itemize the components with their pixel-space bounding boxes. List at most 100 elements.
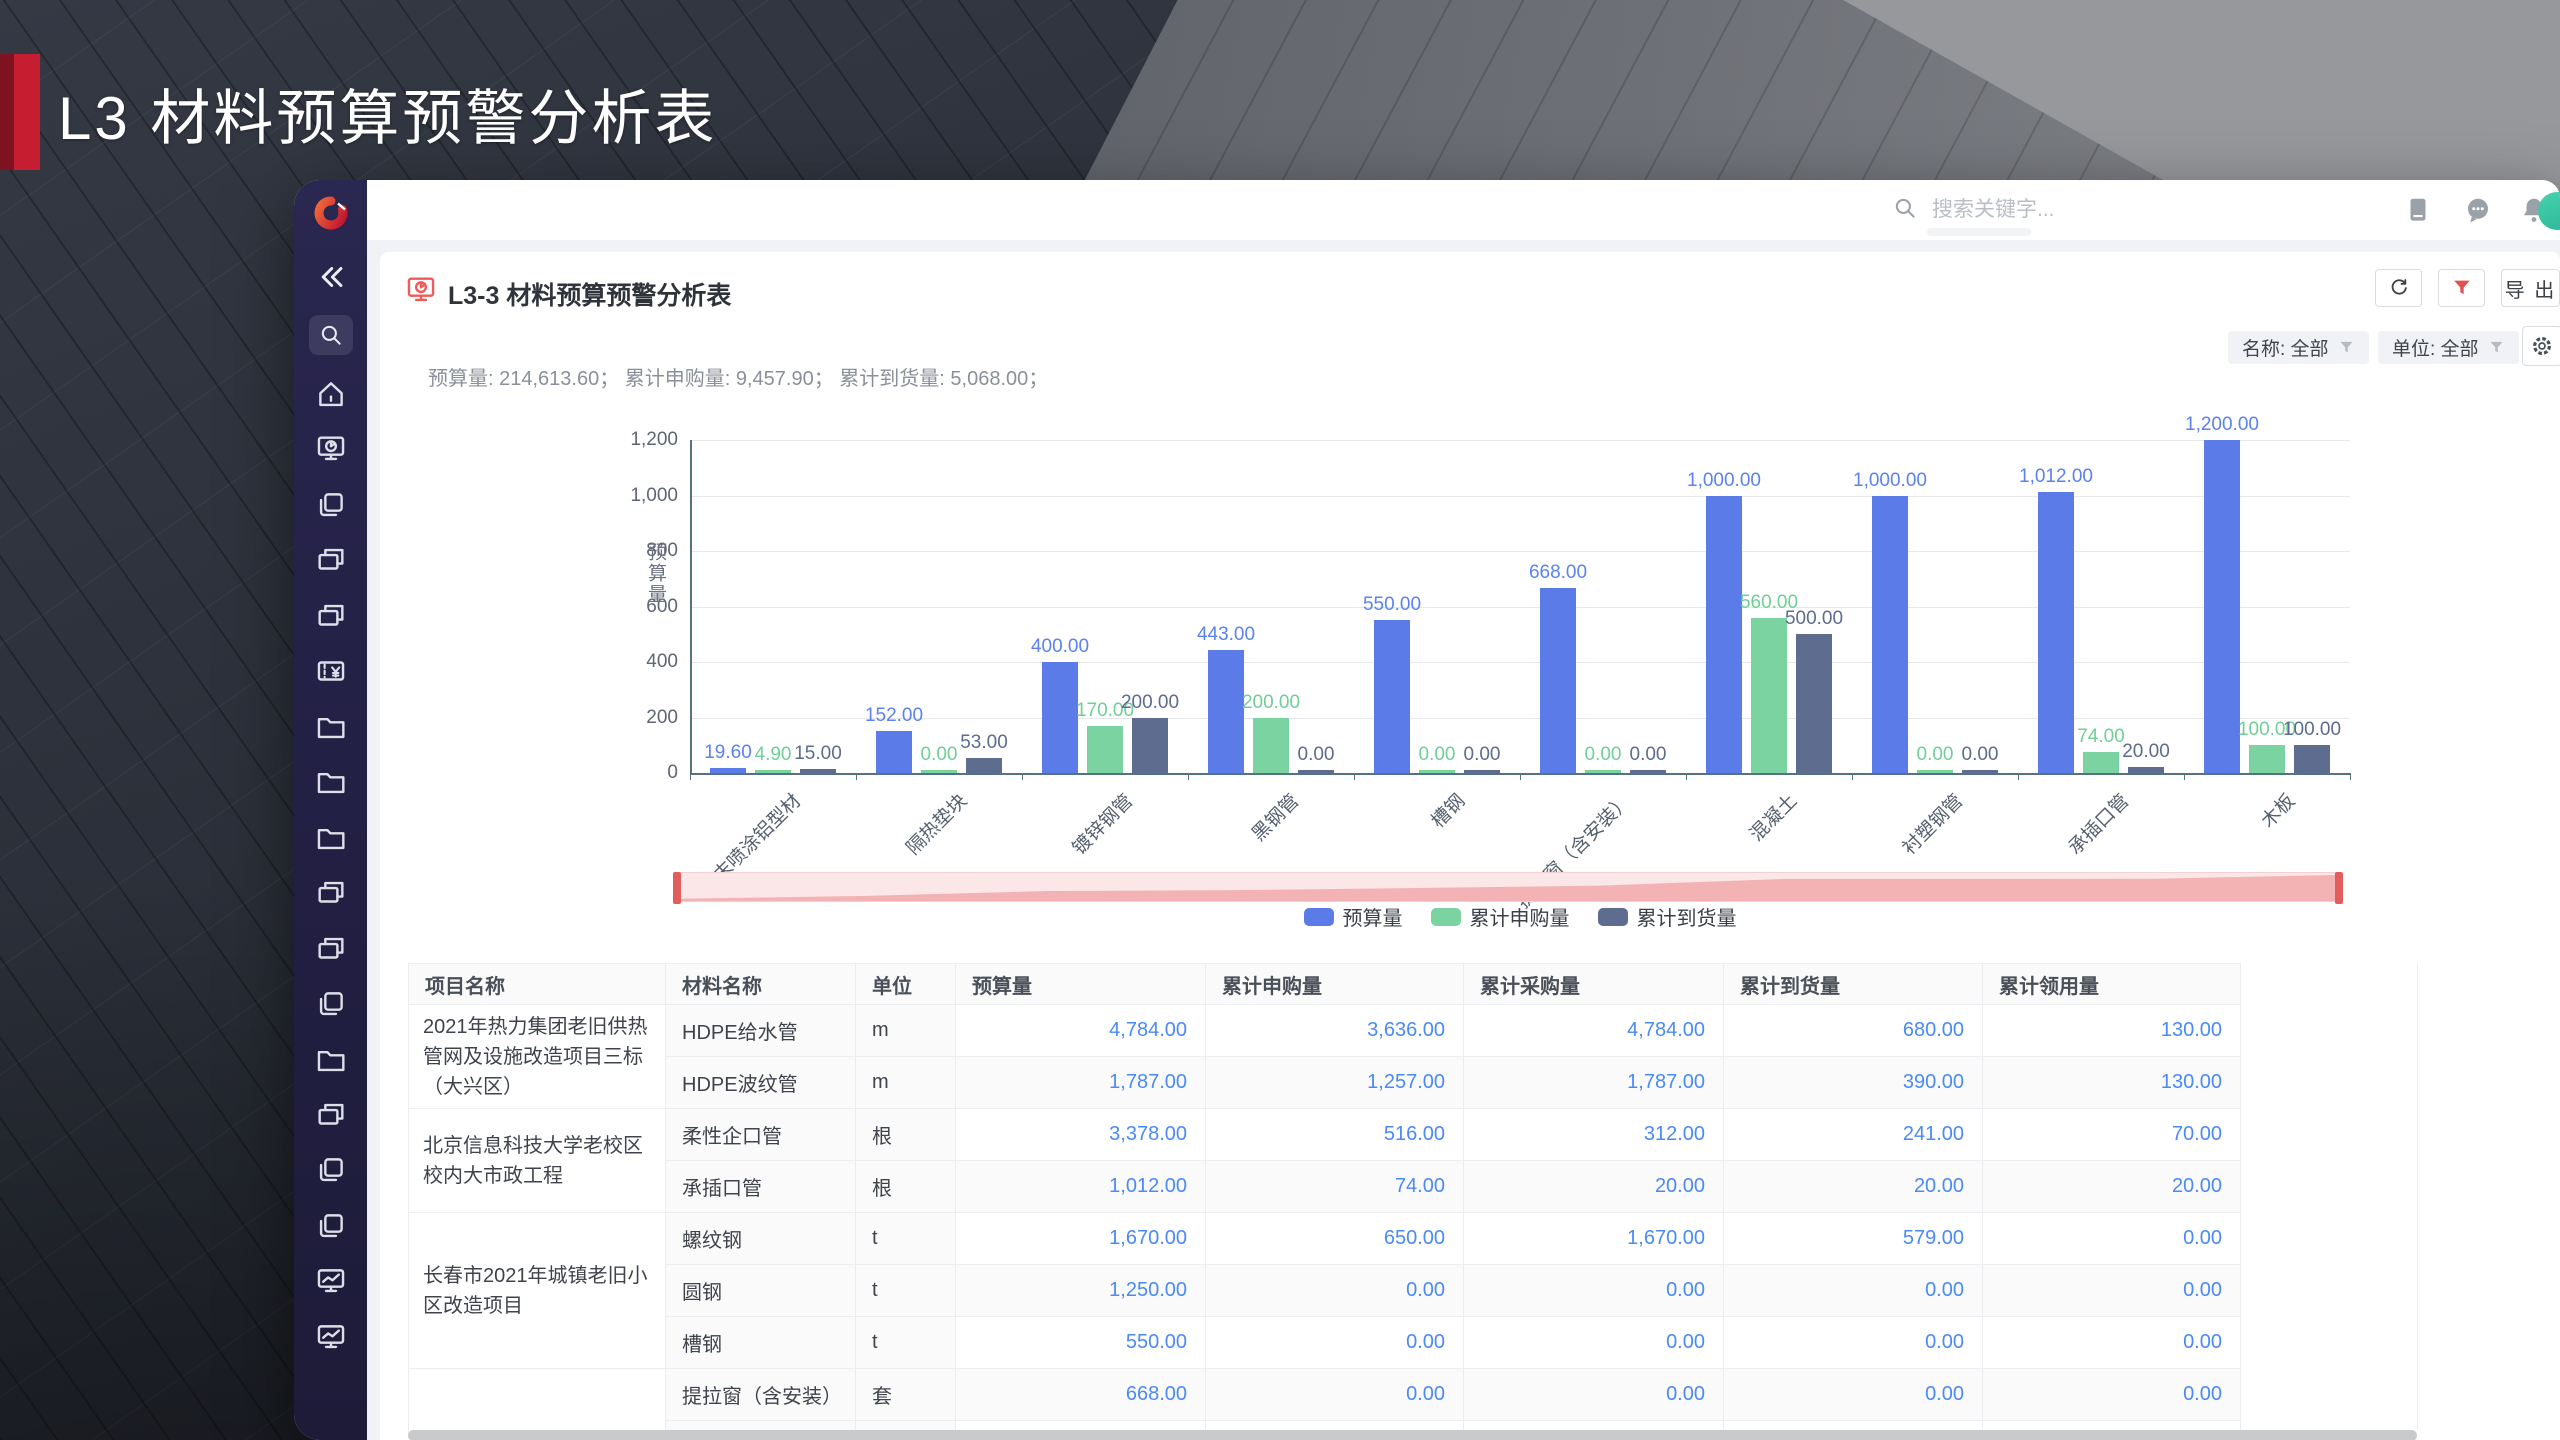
- sidebar-monitor-chart-icon[interactable]: [314, 1320, 348, 1354]
- x-axis-tick: [856, 773, 857, 780]
- sidebar-ticket-yen-icon[interactable]: [314, 654, 348, 688]
- legend-item-累计申购量[interactable]: 累计申购量: [1430, 902, 1570, 931]
- legend-swatch: [1597, 907, 1628, 926]
- sidebar-copy-squares-icon[interactable]: [314, 1209, 348, 1243]
- bar-预算量[interactable]: [710, 767, 746, 773]
- project-cell: 北京信息科技大学老校区校内大市政工程: [408, 1108, 666, 1213]
- bar-value-label: 100.00: [2282, 719, 2342, 741]
- value-cell: 4,784.00: [1463, 1004, 1724, 1057]
- bar-累计到货量[interactable]: [966, 758, 1002, 773]
- datazoom-left-handle[interactable]: [673, 872, 681, 904]
- bar-累计到货量[interactable]: [1630, 770, 1666, 773]
- sidebar-folder-icon[interactable]: [314, 765, 348, 799]
- x-axis-category-label: 混凝土: [1746, 790, 1802, 846]
- legend-label: 累计申购量: [1469, 908, 1570, 930]
- y-axis-name: 预算量: [645, 542, 666, 605]
- table-header-cell: 累计采购量: [1463, 963, 1724, 1005]
- table-row: 提拉窗（含安装）套 668.00 0.00 0.00 0.00 0.00: [408, 1368, 2241, 1433]
- unit-cell: t: [855, 1316, 956, 1369]
- legend-item-累计到货量[interactable]: 累计到货量: [1597, 902, 1737, 931]
- y-axis-line: [690, 440, 692, 773]
- value-cell: 312.00: [1463, 1108, 1724, 1161]
- page-title: L3 材料预算预警分析表: [58, 85, 718, 152]
- value-cell: 0.00: [1723, 1368, 1983, 1421]
- sidebar-folder-icon[interactable]: [314, 710, 348, 744]
- app-window: 搜索关键字... L3-3 材料预算预警分析表 导 出 名称: 全部 单位: 全…: [294, 180, 2560, 1440]
- sidebar-window-stack-icon[interactable]: [314, 932, 348, 966]
- bar-累计申购量[interactable]: [1419, 770, 1455, 773]
- bar-累计到货量[interactable]: [1132, 717, 1168, 773]
- screen: L3 材料预算预警分析表 搜索关键字... L3-3 材料预算预警分析表 导 出…: [0, 0, 2560, 1440]
- bar-预算量[interactable]: [1872, 495, 1908, 773]
- value-cell: 516.00: [1205, 1108, 1464, 1161]
- bar-value-label: 152.00: [864, 704, 924, 726]
- sidebar-monitor-pie-icon[interactable]: [314, 432, 348, 466]
- project-cell: 2021年热力集团老旧供热管网及设施改造项目三标（大兴区）: [408, 1004, 666, 1109]
- material-cell: 提拉窗（含安装）: [665, 1368, 856, 1421]
- x-axis-category-label: 黑钢管: [1248, 790, 1304, 846]
- x-axis-category-label: 衬塑钢管: [1898, 790, 1968, 860]
- bar-累计到货量[interactable]: [800, 768, 836, 773]
- bar-累计申购量[interactable]: [2249, 745, 2285, 773]
- sidebar-folder-icon[interactable]: [314, 821, 348, 855]
- bar-value-label: 53.00: [960, 732, 1008, 754]
- legend-item-预算量[interactable]: 预算量: [1303, 902, 1403, 931]
- value-cell: 1,670.00: [955, 1212, 1206, 1265]
- sidebar-collapse-button[interactable]: [314, 260, 348, 294]
- bar-累计申购量[interactable]: [755, 770, 791, 773]
- chat-icon[interactable]: [2463, 195, 2493, 225]
- bar-累计申购量[interactable]: [921, 770, 957, 773]
- table-row: 长春市2021年城镇老旧小区改造项目 螺纹钢 t 1,670.00 650.00 1,67…: [408, 1212, 2241, 1369]
- x-axis-tick: [1852, 773, 1853, 780]
- sidebar-copy-squares-icon[interactable]: [314, 987, 348, 1021]
- journal-icon[interactable]: [2403, 195, 2433, 225]
- bar-累计申购量[interactable]: [1917, 770, 1953, 773]
- report-card: L3-3 材料预算预警分析表 导 出 名称: 全部 单位: 全部 预算量: 21…: [380, 252, 2560, 1440]
- horizontal-scrollbar[interactable]: [408, 1430, 2417, 1440]
- sidebar-window-stack-icon[interactable]: [314, 543, 348, 577]
- bar-value-label: 668.00: [1528, 561, 1588, 583]
- bar-value-label: 0.00: [1629, 744, 1667, 765]
- global-search[interactable]: 搜索关键字...: [1892, 193, 2055, 223]
- bar-累计到货量[interactable]: [2128, 767, 2164, 773]
- y-axis-tick-label: 1,200: [630, 429, 678, 450]
- sidebar-home-icon[interactable]: [314, 377, 348, 411]
- legend-swatch: [1303, 907, 1334, 926]
- value-cell: 680.00: [1723, 1004, 1983, 1057]
- value-cell: 0.00: [1982, 1212, 2241, 1265]
- sidebar-monitor-chart-icon[interactable]: [314, 1264, 348, 1298]
- bar-累计到货量[interactable]: [1796, 634, 1832, 773]
- bar-value-label: 443.00: [1196, 624, 1256, 646]
- sidebar-copy-squares-icon[interactable]: [314, 488, 348, 522]
- bar-value-label: 0.00: [1463, 744, 1501, 765]
- table-row: 槽钢 t 550.00 0.00 0.00 0.00 0.00: [409, 1316, 2241, 1369]
- bar-累计到货量[interactable]: [1464, 770, 1500, 773]
- x-axis-category-label: 镀锌钢管: [1068, 790, 1138, 860]
- bar-累计申购量[interactable]: [1585, 770, 1621, 773]
- unit-cell: 套: [855, 1368, 956, 1421]
- sidebar-window-stack-icon[interactable]: [314, 1098, 348, 1132]
- sidebar-window-stack-icon[interactable]: [314, 876, 348, 910]
- table-row: HDPE波纹管 m 1,787.00 1,257.00 1,787.00 390.00 13…: [409, 1056, 2241, 1109]
- x-axis-category-label: 隔热垫块: [902, 790, 972, 860]
- value-cell: 1,670.00: [1463, 1212, 1724, 1265]
- table-header-cell: 单位: [855, 963, 956, 1005]
- bar-累计到货量[interactable]: [2294, 745, 2330, 773]
- x-axis-tick: [2018, 773, 2019, 780]
- sidebar-search-button[interactable]: [309, 315, 353, 355]
- table-header-cell: 累计申购量: [1205, 963, 1464, 1005]
- sidebar-folder-icon[interactable]: [314, 1043, 348, 1077]
- sidebar-copy-squares-icon[interactable]: [314, 1153, 348, 1187]
- app-logo-icon[interactable]: [312, 194, 350, 232]
- bar-累计申购量[interactable]: [1087, 725, 1123, 773]
- bar-value-label: 1,200.00: [2185, 414, 2259, 435]
- value-cell: 70.00: [1982, 1108, 2241, 1161]
- datazoom-slider[interactable]: [673, 872, 2343, 904]
- bar-累计到货量[interactable]: [1962, 770, 1998, 773]
- bar-累计到货量[interactable]: [1298, 770, 1334, 773]
- sidebar-window-stack-icon[interactable]: [314, 599, 348, 633]
- datazoom-right-handle[interactable]: [2335, 872, 2343, 904]
- bar-累计申购量[interactable]: [1751, 617, 1787, 773]
- bar-预算量[interactable]: [1706, 495, 1742, 773]
- grid-line: [690, 606, 2350, 608]
